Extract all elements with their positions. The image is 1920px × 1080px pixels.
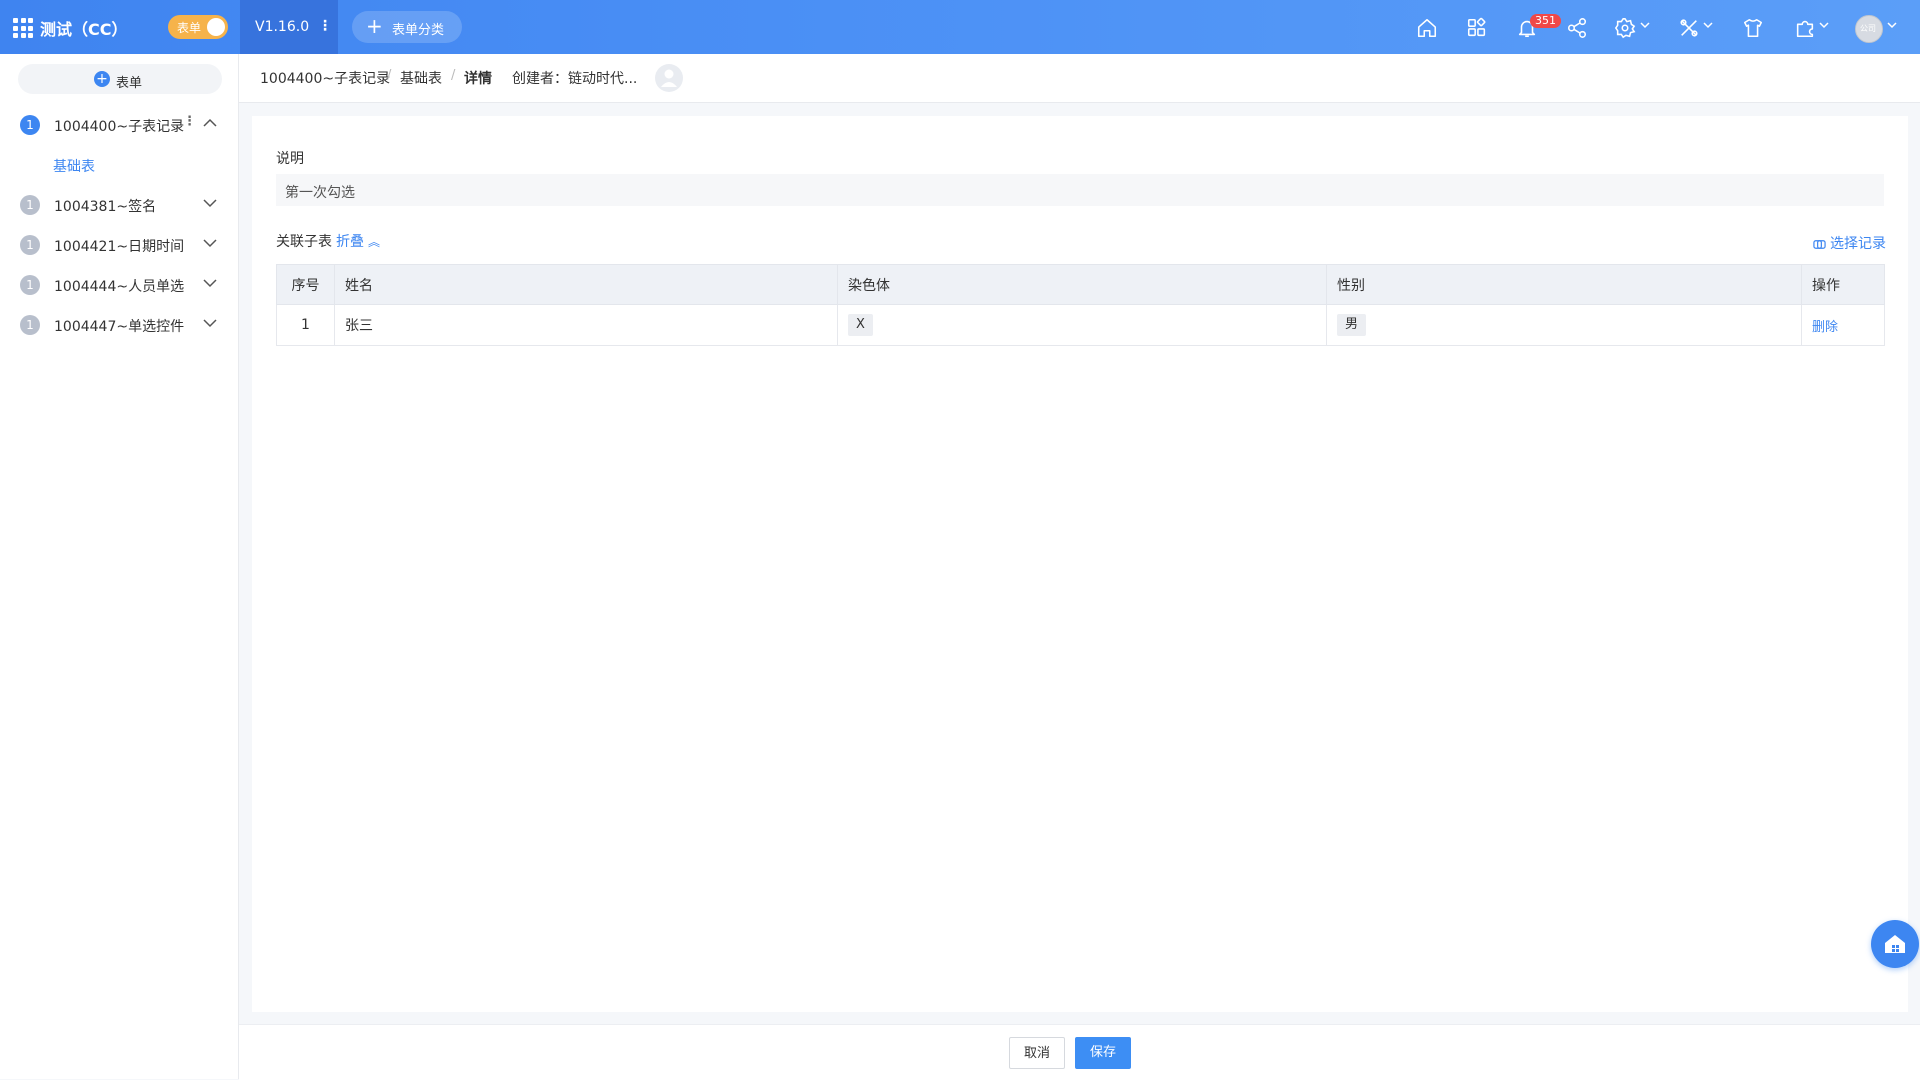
sidebar: + 表单 1 1004400~子表记录 ⋮ 基础表 1 1004381~签名 1… xyxy=(0,54,239,1079)
delete-link[interactable]: 删除 xyxy=(1812,320,1838,335)
version-label: V1.16.0 xyxy=(255,19,310,35)
chevron-down-icon[interactable] xyxy=(1640,20,1650,30)
plugin-icon[interactable] xyxy=(1794,17,1816,39)
sidebar-item-1004400[interactable]: 1 1004400~子表记录 ⋮ xyxy=(0,104,238,144)
sidebar-item-label: 1004381~签名 xyxy=(54,199,157,215)
user-avatar[interactable]: 公司 xyxy=(1855,15,1883,43)
cancel-button[interactable]: 取消 xyxy=(1009,1037,1065,1069)
gender-tag: 男 xyxy=(1337,314,1367,336)
chevron-down-icon[interactable] xyxy=(203,318,217,328)
column-header-index: 序号 xyxy=(276,264,335,305)
footer-actions: 取消 保存 xyxy=(239,1024,1920,1080)
table-header-row: 序号 姓名 染色体 性别 操作 xyxy=(276,264,1885,305)
sidebar-item-1004447[interactable]: 1 1004447~单选控件 xyxy=(0,304,238,344)
form-category-button[interactable]: + 表单分类 xyxy=(352,11,462,43)
cell-gender: 男 xyxy=(1326,304,1802,346)
detail-card: 说明 第一次勾选 关联子表 折叠 ︽ 选择记录 序号 姓名 染色体 性别 操作 1… xyxy=(252,116,1908,1012)
sidebar-subitem-basic-table[interactable]: 基础表 xyxy=(53,156,95,176)
chevron-down-icon[interactable] xyxy=(1819,20,1829,30)
toggle-knob xyxy=(207,18,225,36)
toggle-label: 表单 xyxy=(177,21,202,35)
breadcrumb: 1004400~子表记录 / 基础表 / 详情 创建者： 链动时代... xyxy=(239,54,1920,103)
cell-chromosome: X xyxy=(837,304,1327,346)
sidebar-item-1004381[interactable]: 1 1004381~签名 xyxy=(0,184,238,224)
notification-badge: 351 xyxy=(1530,14,1561,28)
add-form-label: 表单 xyxy=(116,76,143,91)
double-chevron-up-icon: ︽ xyxy=(368,235,381,249)
shirt-icon[interactable] xyxy=(1742,17,1764,39)
item-number-badge: 1 xyxy=(20,115,40,135)
widgets-icon[interactable] xyxy=(1466,17,1488,39)
sidebar-item-label: 1004447~单选控件 xyxy=(54,319,185,335)
description-value: 第一次勾选 xyxy=(285,185,355,201)
description-label: 说明 xyxy=(276,151,304,167)
creator-name: 链动时代... xyxy=(568,71,638,87)
home-icon[interactable] xyxy=(1416,17,1438,39)
gear-icon[interactable] xyxy=(1614,17,1636,39)
breadcrumb-separator: / xyxy=(387,68,392,83)
breadcrumb-item-basic-table[interactable]: 基础表 xyxy=(400,68,442,88)
description-field: 第一次勾选 xyxy=(276,174,1884,206)
sidebar-item-1004444[interactable]: 1 1004444~人员单选 xyxy=(0,264,238,304)
floating-home-button[interactable] xyxy=(1871,920,1919,968)
tools-icon[interactable] xyxy=(1678,17,1700,39)
item-number-badge: 1 xyxy=(20,195,40,215)
breadcrumb-item-form[interactable]: 1004400~子表记录 xyxy=(260,68,390,88)
sidebar-item-label: 1004444~人员单选 xyxy=(54,279,185,295)
apps-grid-icon[interactable] xyxy=(13,18,33,38)
table-row: 1 张三 X 男 删除 xyxy=(276,304,1885,346)
column-header-gender: 性别 xyxy=(1326,264,1802,305)
chromosome-tag: X xyxy=(848,314,873,336)
plus-icon: + xyxy=(366,14,383,38)
app-title: 测试（CC） xyxy=(40,20,128,39)
collapse-label: 折叠 xyxy=(336,234,364,250)
house-icon xyxy=(1885,935,1905,953)
item-number-badge: 1 xyxy=(20,235,40,255)
column-header-action: 操作 xyxy=(1801,264,1885,305)
select-records-label: 选择记录 xyxy=(1830,236,1886,252)
creator-avatar xyxy=(655,64,683,92)
sidebar-item-label: 1004400~子表记录 xyxy=(54,119,185,135)
cell-name: 张三 xyxy=(334,304,838,346)
user-icon xyxy=(661,69,677,87)
more-vertical-icon[interactable]: ⋮ xyxy=(318,18,332,34)
chevron-down-icon[interactable] xyxy=(1703,20,1713,30)
chevron-down-icon[interactable] xyxy=(203,198,217,208)
creator-label: 创建者： xyxy=(512,71,568,87)
sidebar-item-1004421[interactable]: 1 1004421~日期时间 xyxy=(0,224,238,264)
avatar-text: 公司 xyxy=(1860,24,1876,33)
select-records-button[interactable]: 选择记录 xyxy=(1813,233,1886,253)
chevron-down-icon[interactable] xyxy=(203,278,217,288)
collapse-toggle[interactable]: 折叠 ︽ xyxy=(336,231,380,251)
add-form-button[interactable]: + 表单 xyxy=(18,64,222,94)
save-button[interactable]: 保存 xyxy=(1075,1037,1131,1069)
link-icon xyxy=(1813,239,1826,249)
form-mode-toggle[interactable]: 表单 xyxy=(168,15,228,39)
cell-action: 删除 xyxy=(1801,304,1885,346)
chevron-down-icon[interactable] xyxy=(203,238,217,248)
sidebar-item-label: 1004421~日期时间 xyxy=(54,239,185,255)
share-icon[interactable] xyxy=(1566,17,1588,39)
subtable-label: 关联子表 xyxy=(276,234,332,250)
plus-circle-icon: + xyxy=(94,71,110,87)
column-header-chromosome: 染色体 xyxy=(837,264,1327,305)
breadcrumb-item-detail: 详情 xyxy=(464,71,492,87)
item-number-badge: 1 xyxy=(20,315,40,335)
version-selector[interactable]: V1.16.0 ⋮ xyxy=(240,0,338,54)
subtable: 序号 姓名 染色体 性别 操作 1 张三 X 男 删除 xyxy=(276,264,1885,346)
breadcrumb-separator: / xyxy=(451,68,456,83)
chevron-down-icon[interactable] xyxy=(1887,20,1897,30)
chevron-up-icon[interactable] xyxy=(203,118,217,128)
more-vertical-icon[interactable]: ⋮ xyxy=(183,114,196,129)
category-button-label: 表单分类 xyxy=(392,23,445,38)
item-number-badge: 1 xyxy=(20,275,40,295)
top-bar: 测试（CC） 表单 V1.16.0 ⋮ + 表单分类 351 公司 xyxy=(0,0,1920,54)
cell-index: 1 xyxy=(276,304,335,346)
column-header-name: 姓名 xyxy=(334,264,838,305)
